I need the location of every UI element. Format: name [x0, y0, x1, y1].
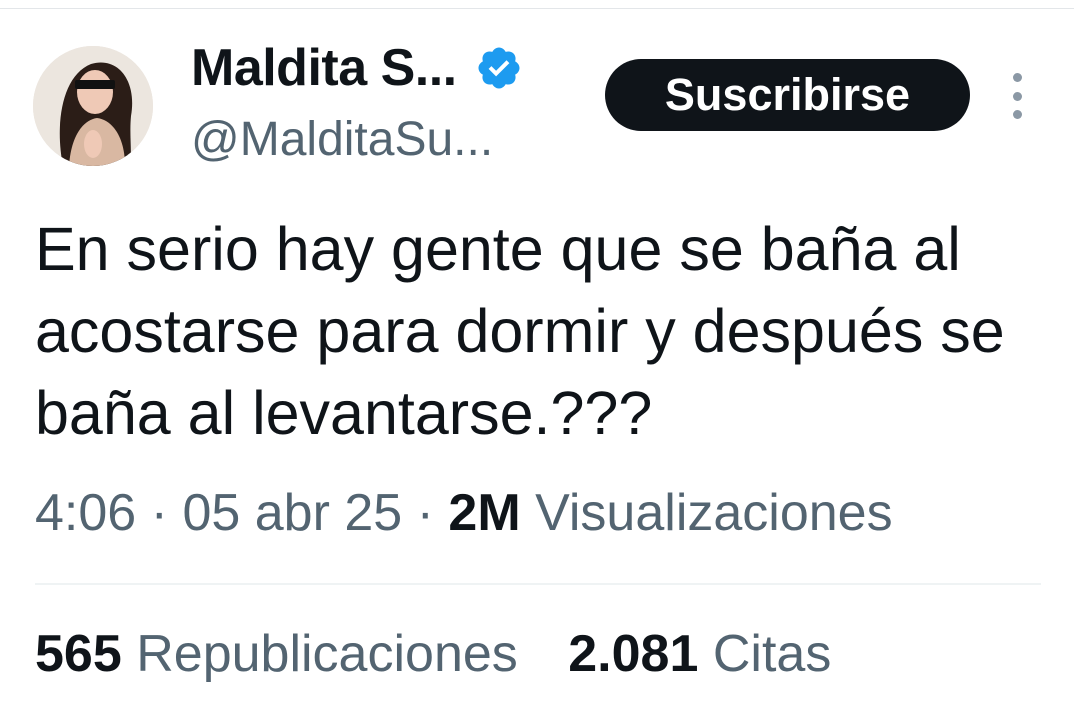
stats-divider	[35, 583, 1041, 585]
author-handle[interactable]: @MalditaSu...	[191, 112, 493, 167]
meta-separator: ·	[416, 484, 434, 542]
more-dot	[1012, 73, 1022, 82]
tweet-text: En serio hay gente que se baña al acosta…	[35, 215, 1005, 447]
more-dot	[1012, 110, 1022, 119]
tweet-detail: Maldita S... @MalditaSu... Suscribirse E…	[0, 0, 1074, 705]
tweet-date[interactable]: 05 abr 25	[182, 484, 402, 542]
reposts-label: Republicaciones	[136, 625, 518, 683]
more-dot	[1012, 91, 1022, 101]
author-name-row: Maldita S...	[191, 36, 523, 100]
engagement-stats: 565 Republicaciones 2.081 Citas	[35, 624, 831, 684]
quotes-label: Citas	[712, 625, 832, 683]
meta-separator: ·	[150, 484, 168, 542]
avatar-image	[33, 46, 153, 166]
avatar[interactable]	[33, 46, 153, 166]
subscribe-button[interactable]: Suscribirse	[605, 59, 970, 131]
quotes-stat[interactable]: 2.081 Citas	[568, 625, 831, 683]
views-label: Visualizaciones	[535, 484, 893, 542]
tweet-meta: 4:06 · 05 abr 25 · 2M Visualizaciones	[35, 483, 893, 543]
reposts-count: 565	[35, 625, 122, 683]
quotes-count: 2.081	[568, 625, 699, 683]
top-divider	[0, 8, 1074, 9]
more-vertical-icon[interactable]	[1005, 73, 1029, 119]
author-display-name[interactable]: Maldita S...	[191, 38, 457, 98]
tweet-time[interactable]: 4:06	[35, 484, 136, 542]
views-count: 2M	[448, 484, 521, 542]
verified-badge-icon[interactable]	[475, 44, 523, 92]
reposts-stat[interactable]: 565 Republicaciones	[35, 625, 518, 683]
